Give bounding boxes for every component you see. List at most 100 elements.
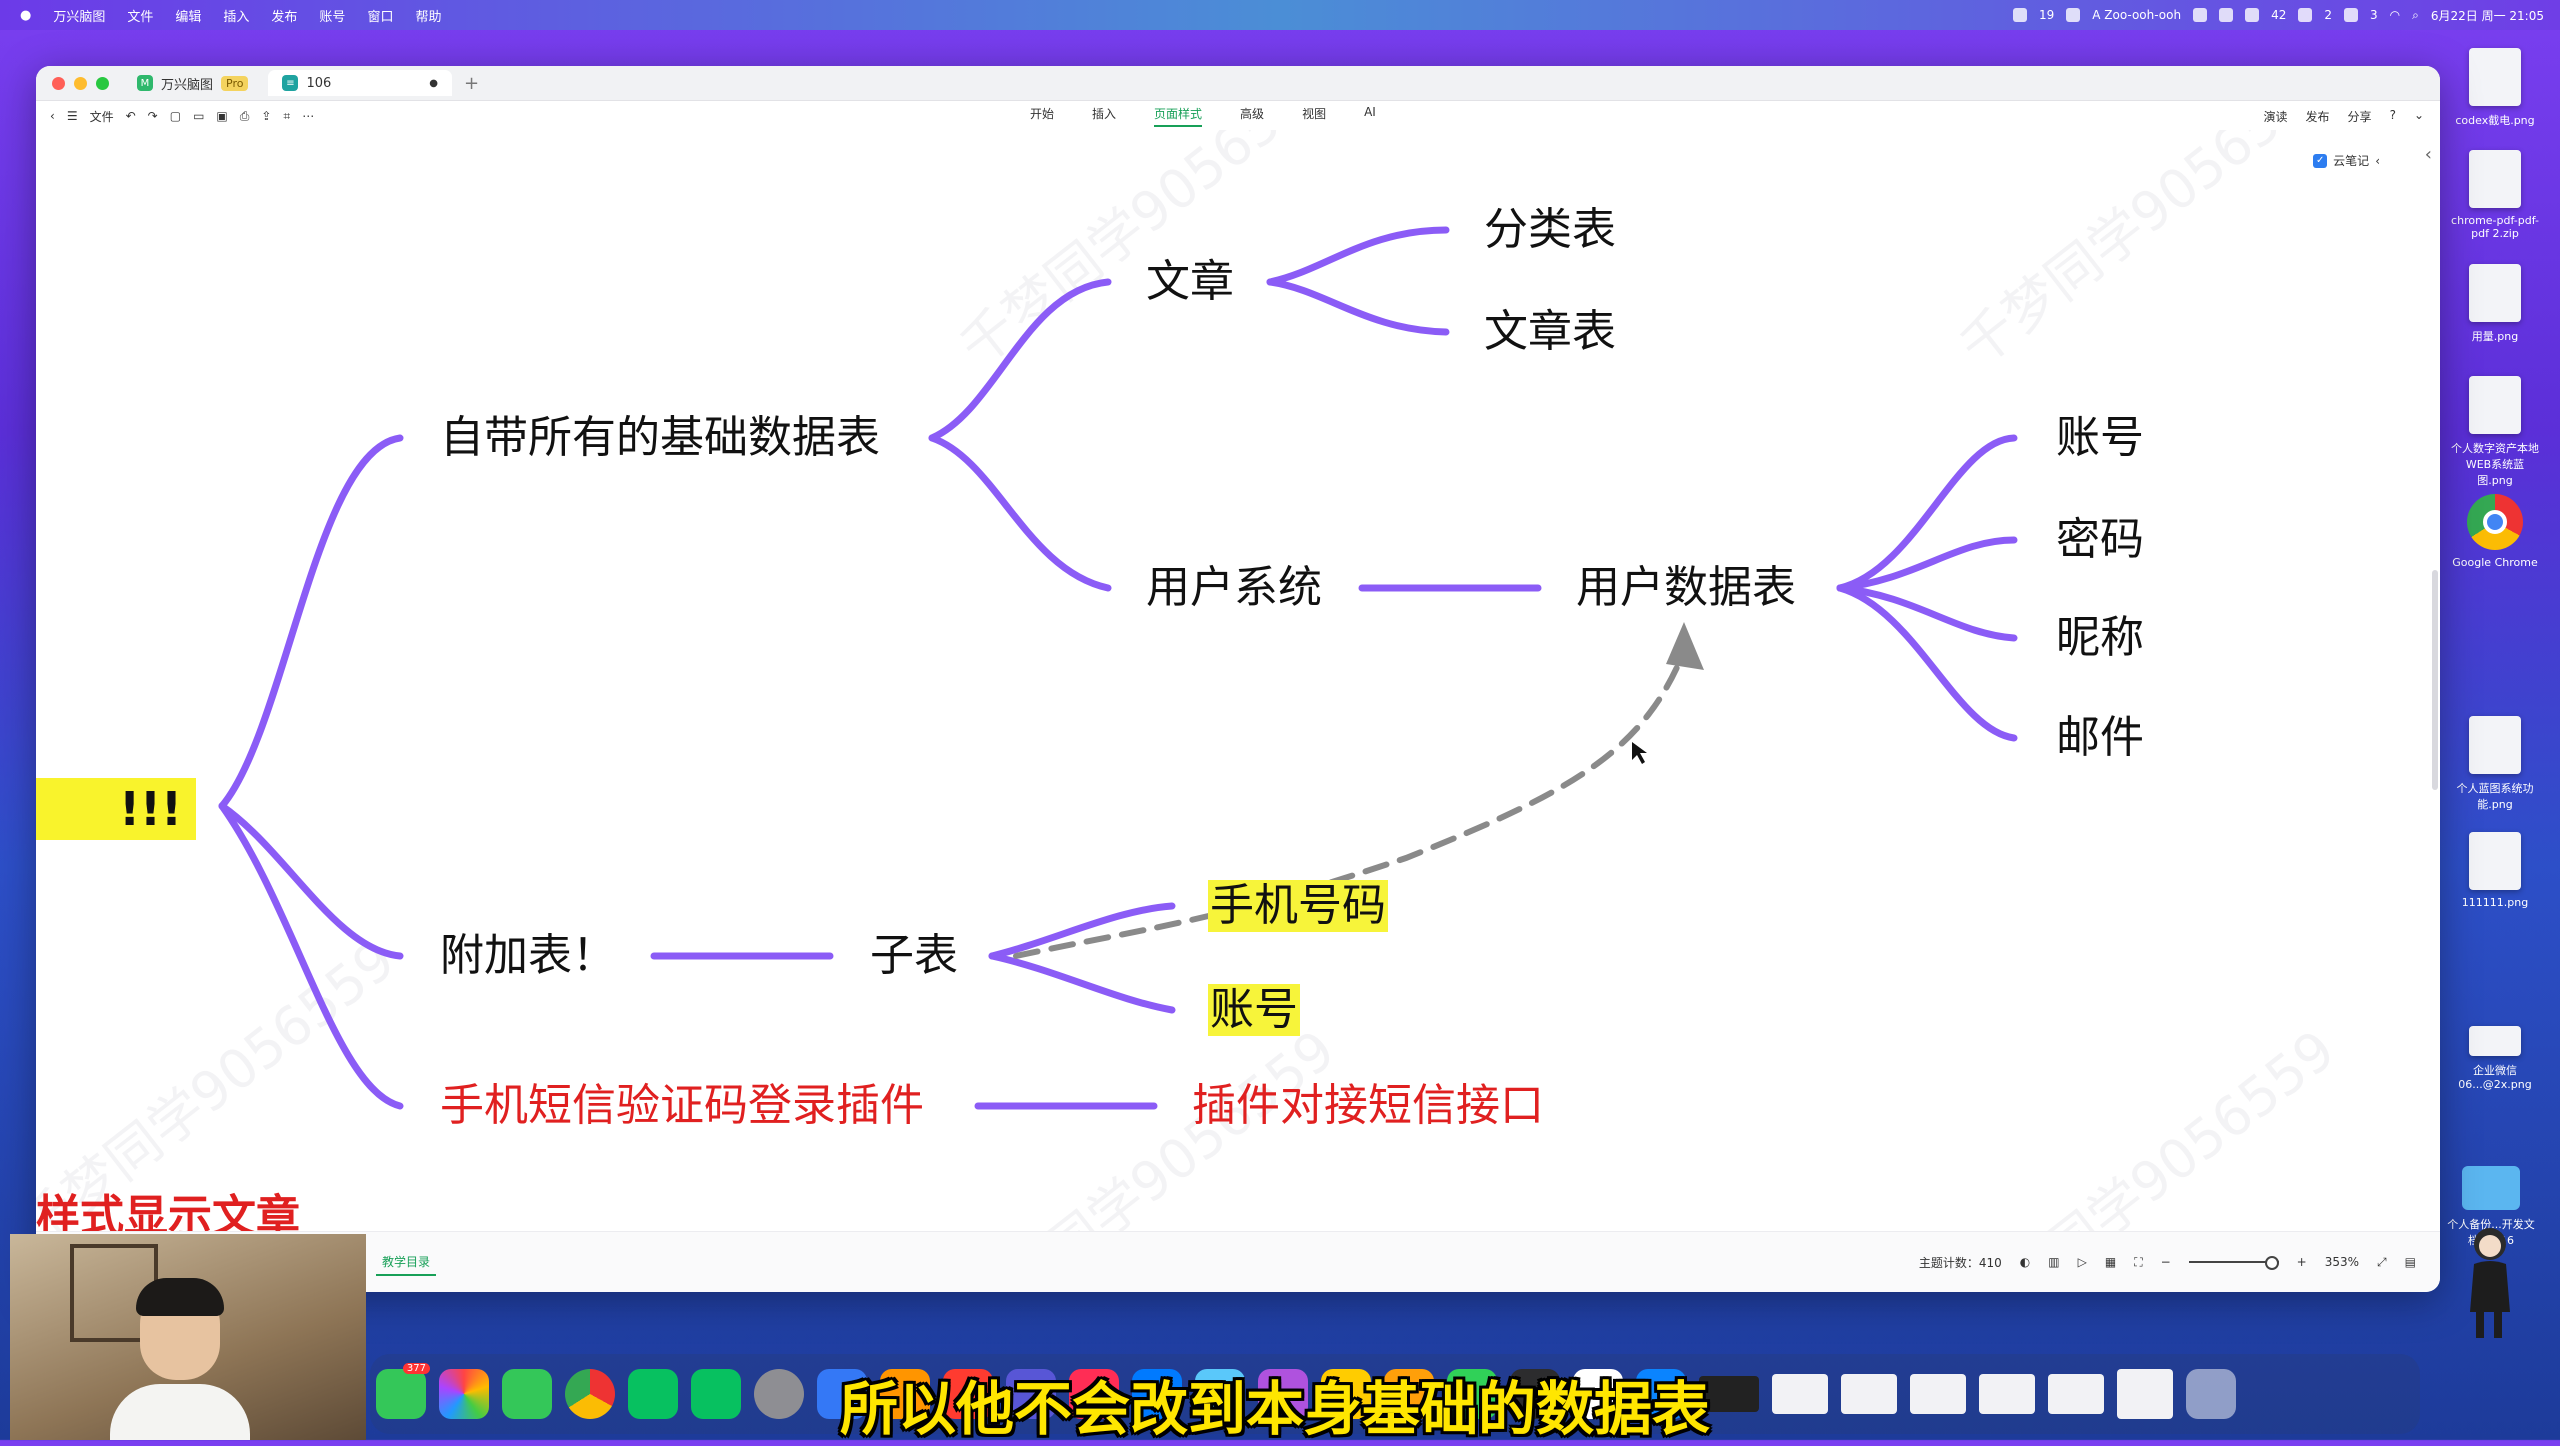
window-preview[interactable] <box>1979 1374 2035 1414</box>
topic-article-table[interactable]: 文章表 <box>1484 310 1616 354</box>
menubar-menu-insert[interactable]: 插入 <box>223 6 249 25</box>
zoom-slider[interactable] <box>2188 1256 2279 1270</box>
topic-account[interactable]: 账号 <box>2056 416 2144 460</box>
zoom-slider-handle[interactable] <box>2264 1256 2279 1270</box>
desktop-file[interactable]: 个人蓝图系统功能.png <box>2450 716 2540 812</box>
export-icon[interactable]: ⇪ <box>261 109 271 123</box>
zoom-out-button[interactable]: − <box>2161 1255 2171 1269</box>
tray-count[interactable]: 3 <box>2370 8 2378 22</box>
crop-icon[interactable]: ⌗ <box>283 109 290 124</box>
window-preview[interactable] <box>1910 1374 1966 1414</box>
tab-advanced[interactable]: 高级 <box>1240 105 1264 127</box>
settings-app-icon[interactable] <box>754 1369 804 1419</box>
wechat-app-icon[interactable] <box>691 1369 741 1419</box>
topic-category-table[interactable]: 分类表 <box>1484 208 1616 252</box>
topic-user-system[interactable]: 用户系统 <box>1146 566 1322 610</box>
tray-icon[interactable] <box>2012 8 2027 22</box>
chrome-icon[interactable] <box>565 1369 615 1419</box>
vertical-scrollbar[interactable] <box>2432 570 2438 790</box>
window-preview[interactable] <box>1772 1374 1828 1414</box>
phone-app-icon[interactable] <box>502 1369 552 1419</box>
tab-ai[interactable]: AI <box>1364 105 1376 127</box>
undo-icon[interactable]: ↶ <box>126 109 136 123</box>
menubar-menu-edit[interactable]: 编辑 <box>175 6 201 25</box>
desktop-file[interactable]: chrome-pdf-pdf-pdf 2.zip <box>2450 150 2540 240</box>
chevron-down-icon[interactable]: ⌄ <box>2414 108 2424 125</box>
search-icon[interactable]: ⌕ <box>2412 8 2419 23</box>
tray-icon[interactable] <box>2219 8 2234 22</box>
topic-password[interactable]: 密码 <box>2056 518 2144 562</box>
outline-tab[interactable]: 教学目录 <box>376 1249 437 1276</box>
expand-icon[interactable]: ⤢ <box>2377 1255 2387 1270</box>
minimize-window-button[interactable] <box>74 76 87 90</box>
play-icon[interactable]: ▷ <box>2078 1255 2087 1269</box>
window-preview[interactable] <box>1841 1374 1897 1414</box>
redo-icon[interactable]: ↷ <box>148 109 158 123</box>
menubar-menu-publish[interactable]: 发布 <box>271 6 297 25</box>
topic-extra-table[interactable]: 附加表！ <box>440 934 616 978</box>
topic-user-data-table[interactable]: 用户数据表 <box>1576 566 1796 610</box>
new-tab-button[interactable]: + <box>464 73 479 94</box>
topic-phone-number[interactable]: 手机号码 <box>1208 880 1388 932</box>
root-topic[interactable]: !!! <box>36 778 196 840</box>
tray-count[interactable]: 42 <box>2271 8 2286 22</box>
fullscreen-map-icon[interactable]: ⛶ <box>2134 1255 2142 1270</box>
fit-icon[interactable]: ◐ <box>2020 1255 2030 1269</box>
tab-page-style[interactable]: 页面样式 <box>1154 105 1203 127</box>
menu-icon[interactable]: ☰ <box>67 109 78 123</box>
file-menu-button[interactable]: 文件 <box>90 108 114 125</box>
window-preview[interactable] <box>2048 1374 2104 1414</box>
apple-icon[interactable]: ● <box>20 8 31 23</box>
desktop-app-chrome[interactable]: Google Chrome <box>2450 494 2540 569</box>
desktop-file[interactable]: 用量.png <box>2450 264 2540 344</box>
tray-icon[interactable] <box>2193 8 2208 22</box>
menubar-menu-help[interactable]: 帮助 <box>415 6 441 25</box>
topic-nickname[interactable]: 昵称 <box>2056 616 2144 660</box>
topic-email[interactable]: 邮件 <box>2056 716 2144 760</box>
tab-view[interactable]: 视图 <box>1302 105 1326 127</box>
mindmap-canvas[interactable]: 千梦同学9056559 千梦同学9056559 千梦同学9056559 千梦同学… <box>36 130 2440 1232</box>
share-button[interactable]: 分享 <box>2348 108 2372 125</box>
menubar-menu-file[interactable]: 文件 <box>127 6 153 25</box>
print-icon[interactable]: ⎙ <box>240 109 250 124</box>
photos-app-icon[interactable] <box>439 1369 489 1419</box>
desktop-file[interactable]: 个人数字资产本地WEB系统蓝图.png <box>2450 376 2540 488</box>
desktop-file[interactable]: codex截电.png <box>2450 48 2540 128</box>
panel-icon[interactable]: ▤ <box>2405 1255 2416 1269</box>
wechat-app-icon[interactable] <box>628 1369 678 1419</box>
now-playing-text[interactable]: A Zoo-ooh-ooh <box>2092 8 2181 22</box>
tab-document[interactable]: ≡ 106 ● <box>268 70 453 96</box>
menubar-menu-window[interactable]: 窗口 <box>367 6 393 25</box>
tab-start[interactable]: 开始 <box>1030 105 1054 127</box>
save-icon[interactable]: ▣ <box>216 109 227 123</box>
zoom-in-button[interactable]: + <box>2297 1255 2307 1269</box>
topic-sms-plugin[interactable]: 手机短信验证码登录插件 <box>440 1084 924 1128</box>
wifi-icon[interactable]: ◠ <box>2390 8 2400 22</box>
trash-icon[interactable] <box>2186 1369 2236 1419</box>
back-icon[interactable]: ‹ <box>50 109 55 123</box>
tray-icon[interactable] <box>2245 8 2260 22</box>
zoom-window-button[interactable] <box>96 76 109 90</box>
tray-icon[interactable] <box>2066 8 2081 22</box>
unsaved-dot-icon[interactable]: ● <box>429 78 438 89</box>
messages-app-icon[interactable]: 377 <box>376 1363 430 1419</box>
topic-plugin-sms-api[interactable]: 插件对接短信接口 <box>1192 1084 1544 1128</box>
open-folder-icon[interactable]: ▭ <box>193 109 204 123</box>
window-preview[interactable] <box>2117 1369 2173 1419</box>
more-icon[interactable]: ⋯ <box>302 109 314 123</box>
menubar-clock[interactable]: 6月22日 周一 21:05 <box>2431 7 2544 24</box>
close-window-button[interactable] <box>52 76 65 90</box>
tab-insert[interactable]: 插入 <box>1092 105 1116 127</box>
help-icon[interactable]: ? <box>2390 108 2396 125</box>
topic-sub-table[interactable]: 子表 <box>870 934 958 978</box>
side-topic-red[interactable]: 样式显示文章 <box>36 1180 300 1232</box>
zoom-level[interactable]: 353% <box>2325 1255 2359 1269</box>
tray-icon[interactable] <box>2298 8 2313 22</box>
tray-count[interactable]: 2 <box>2324 8 2332 22</box>
publish-button[interactable]: 发布 <box>2306 108 2330 125</box>
tray-count[interactable]: 19 <box>2039 8 2054 22</box>
tab-home[interactable]: M 万兴脑图 Pro <box>123 70 262 96</box>
menubar-menu-account[interactable]: 账号 <box>319 6 345 25</box>
desktop-file[interactable]: 111111.png <box>2450 832 2540 909</box>
layout-icon[interactable]: ▥ <box>2048 1255 2059 1269</box>
